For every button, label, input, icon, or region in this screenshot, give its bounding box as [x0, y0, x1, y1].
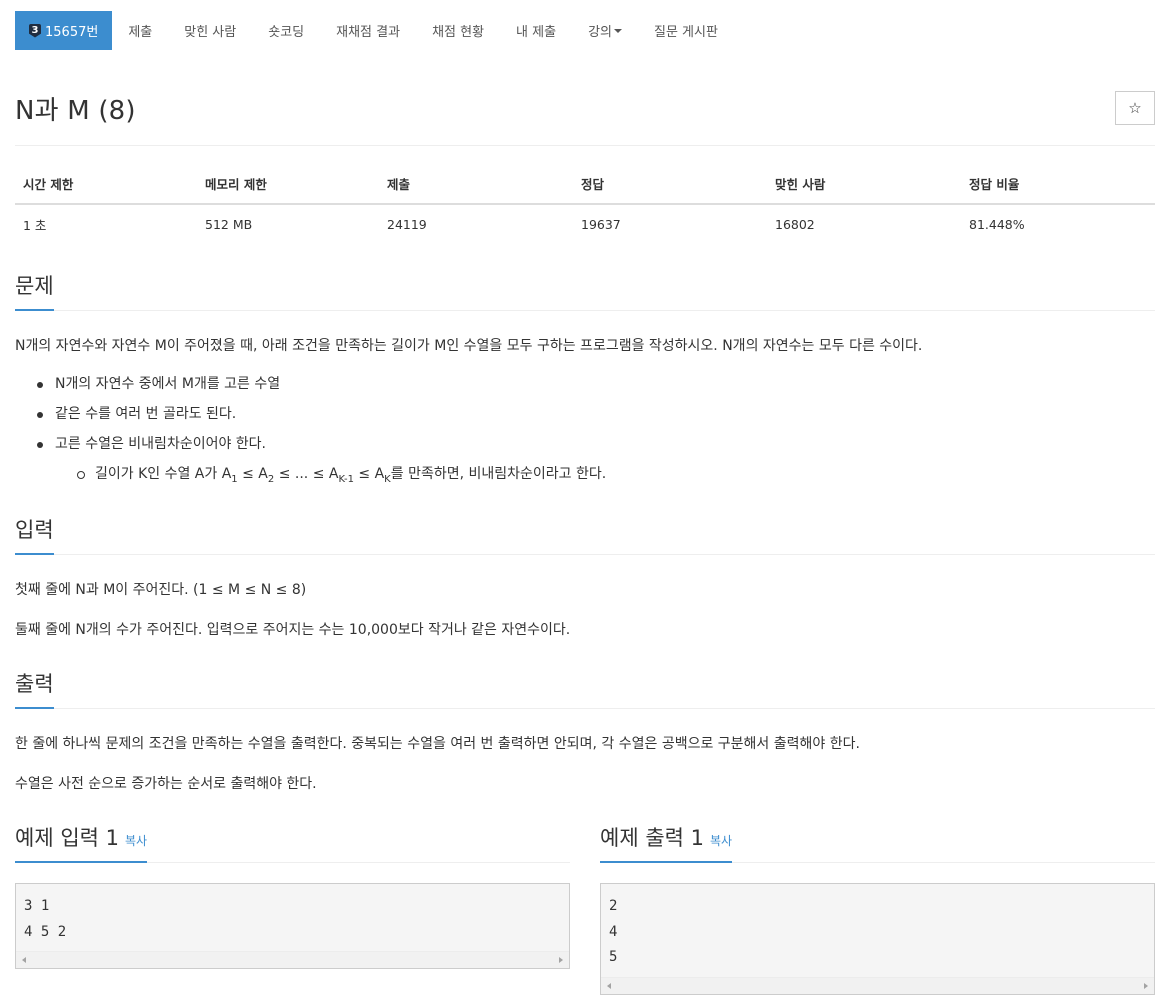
input-description-2: 둘째 줄에 N개의 수가 주어진다. 입력으로 주어지는 수는 10,000보다… [15, 622, 571, 638]
sub-condition-item: 길이가 K인 수열 A가 A1 ≤ A2 ≤ ... ≤ AK-1 ≤ AK를 … [76, 464, 607, 490]
problem-heading: 문제 [15, 270, 54, 311]
sample-output-text: 2 4 5 [609, 898, 618, 965]
title-divider [15, 145, 1155, 146]
scroll-right-arrow-icon[interactable] [1144, 983, 1148, 989]
nav-status[interactable]: 채점 현황 [416, 11, 500, 50]
condition-item: 같은 수를 여러 번 골라도 된다. [36, 404, 606, 434]
input-description-1: 첫째 줄에 N과 M이 주어진다. (1 ≤ M ≤ N ≤ 8) [15, 582, 307, 598]
nav-lectures-dropdown[interactable]: 강의 [572, 11, 638, 50]
sample-output-label: 예제 출력 1 [600, 826, 704, 850]
problem-section-heading: 문제 [15, 270, 1155, 311]
info-submissions: 24119 [387, 217, 427, 232]
sub-condition-list: 길이가 K인 수열 A가 A1 ≤ A2 ≤ ... ≤ AK-1 ≤ AK를 … [55, 464, 606, 490]
section-divider [15, 554, 1155, 555]
copy-sample-output-link[interactable]: 복사 [710, 834, 732, 848]
problem-number-tab[interactable]: 3 15657번 [15, 11, 113, 50]
info-solvers: 16802 [775, 217, 815, 232]
nav-submit[interactable]: 제출 [112, 11, 168, 50]
sample-input-heading: 예제 입력 1 복사 [15, 822, 570, 863]
info-header-time-limit: 시간 제한 [15, 166, 197, 205]
sub-text: ≤ ... ≤ A [274, 466, 339, 482]
sample-output-heading: 예제 출력 1 복사 [600, 822, 1155, 863]
scroll-left-arrow-icon[interactable] [607, 983, 611, 989]
favorite-star-button[interactable]: ☆ [1115, 91, 1155, 125]
condition-list: N개의 자연수 중에서 M개를 고른 수열 같은 수를 여러 번 골라도 된다.… [15, 374, 606, 490]
sub-text: ≤ A [353, 466, 385, 482]
sub-text: ≤ A [237, 466, 268, 482]
info-header-row: 시간 제한 메모리 제한 제출 정답 맞힌 사람 정답 비율 [15, 166, 1155, 205]
output-description-1: 한 줄에 하나씩 문제의 조건을 만족하는 수열을 출력한다. 중복되는 수열을… [15, 736, 860, 752]
info-header-submissions: 제출 [379, 166, 573, 205]
condition-item: N개의 자연수 중에서 M개를 고른 수열 [36, 374, 606, 404]
problem-number: 15657번 [45, 25, 99, 40]
info-header-memory-limit: 메모리 제한 [197, 166, 379, 205]
scroll-left-arrow-icon[interactable] [22, 957, 26, 963]
subscript: K-1 [338, 473, 354, 485]
copy-sample-input-link[interactable]: 복사 [125, 834, 147, 848]
caret-down-icon [613, 28, 622, 33]
nav-rejudge-results[interactable]: 재채점 결과 [320, 11, 416, 50]
problem-info-table: 시간 제한 메모리 제한 제출 정답 맞힌 사람 정답 비율 1 초 512 M… [15, 166, 1155, 242]
info-value-row: 1 초 512 MB 24119 19637 16802 81.448% [15, 204, 1155, 242]
info-memory-limit: 512 MB [205, 217, 253, 232]
condition-text: 고른 수열은 비내림차순이어야 한다. [55, 436, 266, 452]
input-section-heading: 입력 [15, 514, 1155, 555]
condition-item: 고른 수열은 비내림차순이어야 한다. 길이가 K인 수열 A가 A1 ≤ A2… [36, 434, 606, 490]
scroll-right-arrow-icon[interactable] [559, 957, 563, 963]
sub-text: 를 만족하면, 비내림차순이라고 한다. [390, 466, 607, 482]
nav-question-board[interactable]: 질문 게시판 [638, 11, 734, 50]
output-description-2: 수열은 사전 순으로 증가하는 순서로 출력해야 한다. [15, 776, 317, 792]
info-accepted: 19637 [581, 217, 621, 232]
info-header-accepted: 정답 [573, 166, 767, 205]
info-header-solvers: 맞힌 사람 [767, 166, 961, 205]
sample-output-title: 예제 출력 1 복사 [600, 822, 733, 863]
sample-input-label: 예제 입력 1 [15, 826, 119, 850]
problem-page: 3 15657번 제출 맞힌 사람 숏코딩 재채점 결과 채점 현황 내 제출 … [0, 0, 1167, 1007]
sample-input-title: 예제 입력 1 복사 [15, 822, 148, 863]
section-divider [15, 310, 1155, 311]
horizontal-scrollbar[interactable] [16, 951, 569, 968]
problem-description: N개의 자연수와 자연수 M이 주어졌을 때, 아래 조건을 만족하는 길이가 … [15, 338, 923, 354]
problem-menu: 3 15657번 제출 맞힌 사람 숏코딩 재채점 결과 채점 현황 내 제출 … [15, 11, 734, 50]
nav-lectures-label: 강의 [588, 25, 612, 40]
info-header-ratio: 정답 비율 [961, 166, 1155, 205]
output-heading: 출력 [15, 668, 54, 709]
nav-solved-users[interactable]: 맞힌 사람 [168, 11, 252, 50]
nav-short-coding[interactable]: 숏코딩 [252, 11, 320, 50]
input-heading: 입력 [15, 514, 54, 555]
sample-input-box[interactable]: 3 1 4 5 2 [15, 883, 570, 969]
star-icon: ☆ [1128, 99, 1142, 117]
horizontal-scrollbar[interactable] [601, 977, 1154, 994]
section-divider [15, 708, 1155, 709]
sub-text: 길이가 K인 수열 A가 A [95, 466, 232, 482]
tier-badge-icon: 3 [29, 23, 41, 38]
problem-title: N과 M (8) [15, 96, 136, 126]
sample-output-box[interactable]: 2 4 5 [600, 883, 1155, 995]
nav-my-submissions[interactable]: 내 제출 [500, 11, 572, 50]
sample-input-text: 3 1 4 5 2 [24, 898, 67, 940]
info-ratio: 81.448% [969, 217, 1025, 232]
output-section-heading: 출력 [15, 668, 1155, 709]
info-time-limit: 1 초 [23, 218, 47, 233]
